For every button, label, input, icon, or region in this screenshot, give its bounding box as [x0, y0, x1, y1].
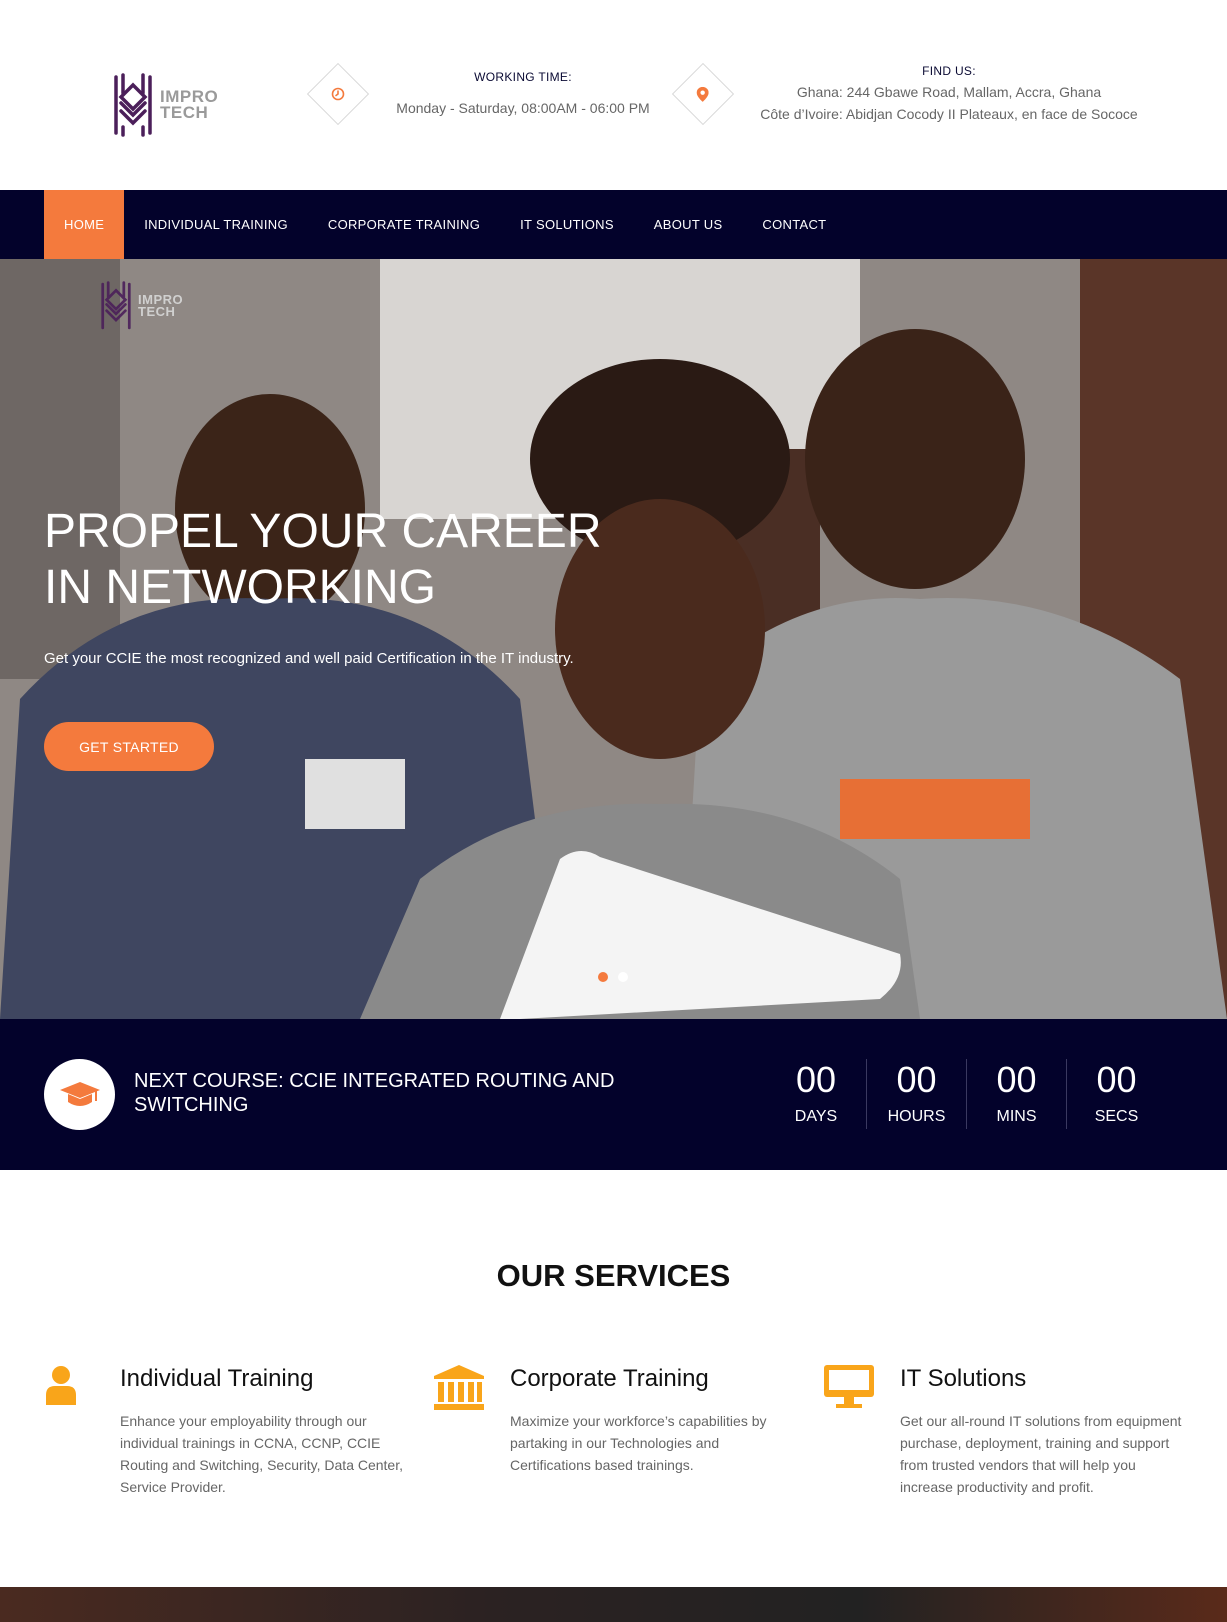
hero-title: PROPEL YOUR CAREER IN NETWORKING — [44, 504, 684, 616]
hero-brand-line-2: TECH — [138, 304, 176, 319]
service-title[interactable]: Individual Training — [120, 1365, 313, 1393]
hero-photo — [0, 259, 1227, 1019]
find-us-label: FIND US: — [922, 64, 976, 78]
nav-item-about-us[interactable]: ABOUT US — [634, 190, 743, 259]
site-header: IMPRO TECH WORKING TIME: Monday - Saturd… — [0, 0, 1227, 190]
service-description: Enhance your employability through our i… — [120, 1413, 404, 1495]
institution-icon — [434, 1365, 484, 1416]
find-us-block: FIND US: Ghana: 244 Gbawe Road, Mallam, … — [671, 62, 1138, 126]
countdown-mins: 00 MINS — [966, 1059, 1066, 1129]
hours-value: 00 — [896, 1059, 937, 1100]
nav-item-corporate-training[interactable]: CORPORATE TRAINING — [308, 190, 500, 259]
hero-slider: IMPRO TECH PROPEL YOUR CAREER IN NETWORK… — [0, 259, 1227, 1019]
main-nav: HOME INDIVIDUAL TRAINING CORPORATE TRAIN… — [0, 190, 1227, 259]
service-title[interactable]: IT Solutions — [900, 1365, 1026, 1393]
countdown-secs: 00 SECS — [1066, 1059, 1166, 1129]
slide-dot-1[interactable] — [598, 972, 608, 982]
monitor-icon — [824, 1365, 874, 1414]
countdown-days: 00 DAYS — [766, 1059, 866, 1129]
slider-pagination — [598, 972, 628, 982]
countdown-timer: 00 DAYS 00 HOURS 00 MINS 00 SECS — [766, 1059, 1166, 1129]
secs-value: 00 — [1096, 1059, 1137, 1100]
working-time-label: WORKING TIME: — [474, 70, 572, 84]
service-description: Maximize your workforce’s capabilities b… — [510, 1413, 767, 1473]
days-label: DAYS — [794, 1108, 838, 1125]
hero-subtitle: Get your CCIE the most recognized and we… — [44, 650, 574, 667]
working-time-block: WORKING TIME: Monday - Saturday, 08:00AM… — [306, 62, 650, 126]
next-section-banner — [0, 1587, 1227, 1622]
clock-icon — [331, 87, 345, 101]
nav-item-home[interactable]: HOME — [44, 190, 125, 259]
spider-logo-icon — [114, 73, 152, 137]
mins-label: MINS — [996, 1108, 1037, 1125]
days-value: 00 — [795, 1059, 837, 1100]
course-badge — [44, 1059, 115, 1130]
map-pin-icon — [697, 86, 709, 102]
brand-line-2: TECH — [160, 103, 209, 122]
next-course-title: NEXT COURSE: CCIE INTEGRATED ROUTING AND… — [134, 1070, 615, 1116]
mins-value: 00 — [996, 1059, 1037, 1100]
service-title[interactable]: Corporate Training — [510, 1365, 709, 1393]
brand-logo[interactable]: IMPRO TECH — [110, 72, 230, 138]
service-description: Get our all-round IT solutions from equi… — [900, 1413, 1182, 1495]
nav-item-contact[interactable]: CONTACT — [742, 190, 846, 259]
nav-item-individual-training[interactable]: INDIVIDUAL TRAINING — [124, 190, 308, 259]
next-course-countdown: NEXT COURSE: CCIE INTEGRATED ROUTING AND… — [0, 1019, 1227, 1170]
clock-badge — [306, 62, 370, 126]
services-heading: OUR SERVICES — [496, 1258, 731, 1293]
countdown-hours: 00 HOURS — [866, 1059, 966, 1129]
graduation-cap-icon — [59, 1081, 100, 1106]
nav-item-it-solutions[interactable]: IT SOLUTIONS — [500, 190, 634, 259]
working-time-value: Monday - Saturday, 08:00AM - 06:00 PM — [396, 100, 650, 116]
secs-label: SECS — [1094, 1108, 1139, 1125]
brand-name: IMPRO TECH — [160, 88, 218, 122]
location-badge — [671, 62, 735, 126]
slide-dot-2[interactable] — [618, 972, 628, 982]
user-icon — [44, 1365, 78, 1410]
address-ghana: Ghana: 244 Gbawe Road, Mallam, Accra, Gh… — [796, 84, 1102, 100]
hero-watermark-logo: IMPRO TECH — [98, 281, 183, 331]
hero-title-line-2: IN NETWORKING — [44, 561, 436, 614]
hours-label: HOURS — [887, 1108, 946, 1125]
get-started-button[interactable]: GET STARTED — [44, 722, 214, 771]
hero-title-line-1: PROPEL YOUR CAREER — [44, 505, 602, 558]
address-cote-divoire: Côte d’Ivoire: Abidjan Cocody II Plateau… — [760, 106, 1138, 122]
spider-logo-icon — [101, 281, 131, 330]
